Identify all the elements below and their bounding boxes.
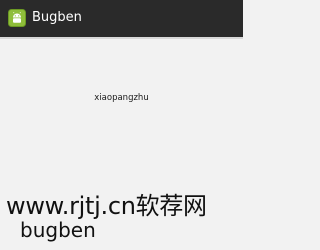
main-text: xiaopangzhu (94, 93, 149, 103)
watermark-url-text: www.rjtj.cn软荐网 (6, 192, 207, 220)
action-bar-divider (0, 37, 243, 39)
watermark-name-text: bugben (20, 218, 96, 242)
action-bar: Bugben (0, 0, 243, 37)
android-app-icon[interactable] (8, 9, 26, 27)
app-title: Bugben (32, 10, 82, 25)
app-screen: Bugben xiaopangzhu www.rjtj.cn软荐网 bugben (0, 0, 243, 250)
